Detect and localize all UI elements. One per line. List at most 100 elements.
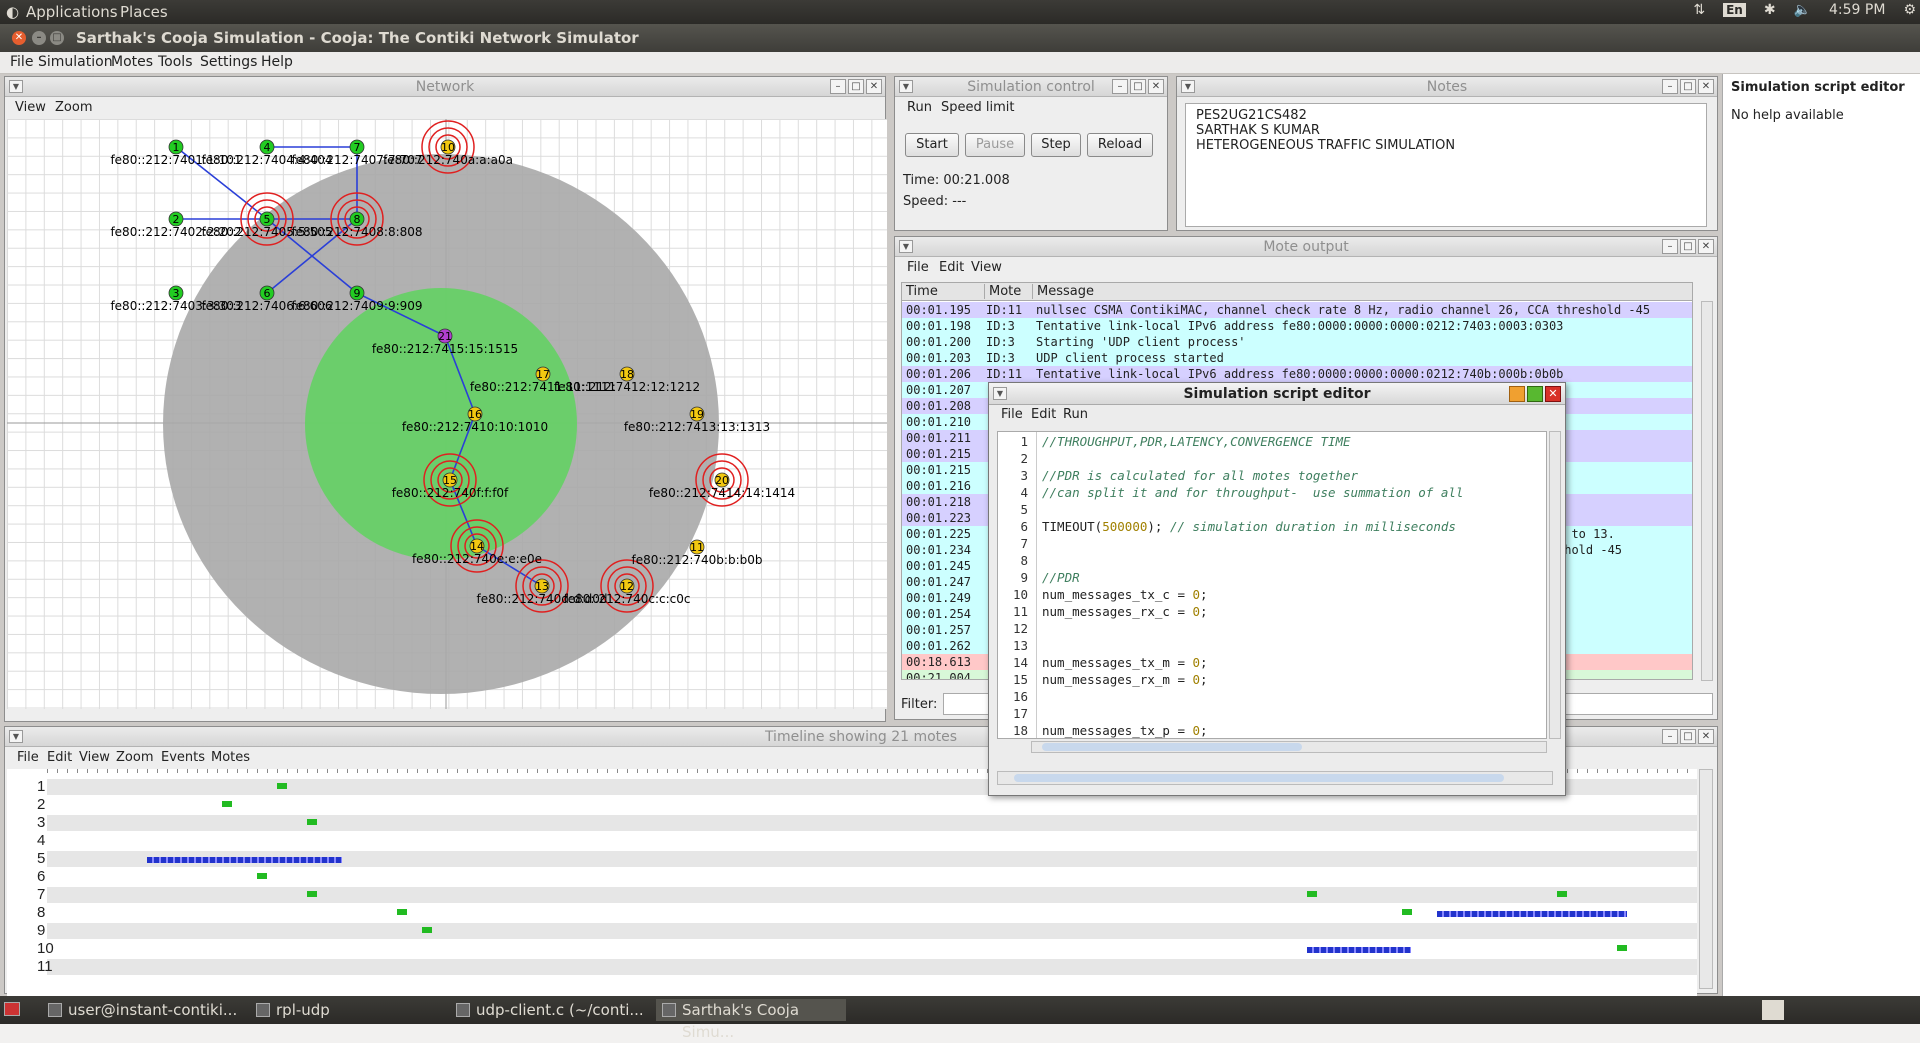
- code-line[interactable]: 1 //THROUGHPUT,PDR,LATENCY,CONVERGENCE TI…: [998, 434, 1546, 451]
- start-button[interactable]: Start: [905, 133, 959, 157]
- timeline-menu-motes[interactable]: Motes: [211, 750, 250, 765]
- close-icon[interactable]: ✕: [1148, 79, 1164, 94]
- minimize-icon[interactable]: –: [1662, 79, 1678, 94]
- close-window-button[interactable]: ✕: [12, 31, 26, 45]
- minimize-icon[interactable]: –: [1112, 79, 1128, 94]
- timeline-menu-zoom[interactable]: Zoom: [116, 750, 153, 765]
- log-row[interactable]: 00:01.206 ID:11 Tentative link-local IPv6 …: [902, 366, 1692, 382]
- mote-output-menu-file[interactable]: File: [907, 260, 929, 275]
- places-menu[interactable]: Places: [120, 3, 168, 21]
- task-rpl-udp[interactable]: rpl-udp: [250, 999, 440, 1021]
- close-icon[interactable]: ✕: [1545, 386, 1561, 402]
- network-arrows-icon[interactable]: ⇅: [1693, 2, 1705, 18]
- maximize-icon[interactable]: □: [1680, 729, 1696, 744]
- code-line[interactable]: 4 //can split it and for throughput- use …: [998, 485, 1546, 502]
- workspace-switcher[interactable]: [1762, 1000, 1784, 1020]
- script-editor-titlebar[interactable]: ▼ Simulation script editor ✕: [989, 383, 1565, 405]
- timeline-row[interactable]: [47, 941, 1697, 957]
- applications-menu[interactable]: Applications: [26, 3, 118, 21]
- timeline-row[interactable]: [47, 815, 1697, 831]
- pause-button[interactable]: Pause: [965, 133, 1025, 157]
- menu-tools[interactable]: Tools: [158, 54, 193, 70]
- maximize-window-button[interactable]: □: [50, 31, 64, 45]
- close-icon[interactable]: ✕: [1698, 729, 1714, 744]
- code-line[interactable]: 16: [998, 689, 1546, 706]
- code-line[interactable]: 17: [998, 706, 1546, 723]
- network-menu-view[interactable]: View: [15, 100, 46, 115]
- maximize-icon[interactable]: □: [848, 79, 864, 94]
- timeline-menu-edit[interactable]: Edit: [47, 750, 72, 765]
- code-line[interactable]: 2: [998, 451, 1546, 468]
- mote-10[interactable]: 10fe80::212:740a:a:a0a: [383, 139, 513, 167]
- script-code-area[interactable]: 1 //THROUGHPUT,PDR,LATENCY,CONVERGENCE TI…: [997, 431, 1547, 739]
- code-line[interactable]: 10 num_messages_tx_c = 0;: [998, 587, 1546, 604]
- close-icon[interactable]: ✕: [866, 79, 882, 94]
- minimize-icon[interactable]: –: [1662, 729, 1678, 744]
- timeline-row[interactable]: [47, 797, 1697, 813]
- ubuntu-logo-icon[interactable]: ◐: [6, 3, 19, 21]
- code-line[interactable]: 8: [998, 553, 1546, 570]
- reload-button[interactable]: Reload: [1087, 133, 1153, 157]
- menu-motes[interactable]: Motes: [111, 54, 153, 70]
- clock[interactable]: 4:59 PM: [1829, 2, 1885, 18]
- minimize-icon[interactable]: –: [1662, 239, 1678, 254]
- power-gear-icon[interactable]: ⚙: [1903, 2, 1916, 18]
- minimize-icon[interactable]: –: [830, 79, 846, 94]
- step-button[interactable]: Step: [1031, 133, 1081, 157]
- script-menu-run[interactable]: Run: [1063, 407, 1088, 422]
- log-hscrollbar[interactable]: [997, 771, 1553, 785]
- script-menu-edit[interactable]: Edit: [1031, 407, 1056, 422]
- frame-menu-icon[interactable]: ▼: [993, 387, 1007, 400]
- volume-icon[interactable]: 🔈: [1794, 2, 1811, 18]
- minimize-icon[interactable]: [1509, 386, 1525, 402]
- network-menu-zoom[interactable]: Zoom: [55, 100, 92, 115]
- code-line[interactable]: 13: [998, 638, 1546, 655]
- network-canvas[interactable]: 1 fe80::212:7401:1:101 2 fe80::212:7402:2:2…: [7, 119, 887, 709]
- code-line[interactable]: 9 //PDR: [998, 570, 1546, 587]
- mote-output-menu-edit[interactable]: Edit: [939, 260, 964, 275]
- bluetooth-icon[interactable]: ✱: [1764, 2, 1776, 18]
- timeline-menu-view[interactable]: View: [79, 750, 110, 765]
- timeline-row[interactable]: [47, 959, 1697, 975]
- timeline-row[interactable]: [47, 833, 1697, 849]
- timeline-menu-file[interactable]: File: [17, 750, 39, 765]
- log-row[interactable]: 00:01.198 ID:3 Tentative link-local IPv6 a…: [902, 318, 1692, 334]
- code-line[interactable]: 5: [998, 502, 1546, 519]
- script-hscrollbar[interactable]: [1031, 741, 1547, 753]
- code-line[interactable]: 11 num_messages_rx_c = 0;: [998, 604, 1546, 621]
- menu-simulation[interactable]: Simulation: [38, 54, 113, 70]
- timeline-menu-events[interactable]: Events: [161, 750, 205, 765]
- maximize-icon[interactable]: □: [1680, 79, 1696, 94]
- close-icon[interactable]: ✕: [1698, 239, 1714, 254]
- close-icon[interactable]: ✕: [1698, 79, 1714, 94]
- code-line[interactable]: 14 num_messages_tx_m = 0;: [998, 655, 1546, 672]
- code-line[interactable]: 18 num_messages_tx_p = 0;: [998, 723, 1546, 738]
- network-panel-header[interactable]: ▼ Network – □ ✕: [5, 77, 885, 97]
- show-desktop-icon[interactable]: [4, 1002, 20, 1016]
- log-row[interactable]: 00:01.203 ID:3 UDP client process started: [902, 350, 1692, 366]
- task-udp-client[interactable]: udp-client.c (~/conti...: [450, 999, 646, 1021]
- keyboard-layout-indicator[interactable]: En: [1723, 3, 1746, 17]
- mote-output-menu-view[interactable]: View: [971, 260, 1002, 275]
- mote-output-scrollbar[interactable]: [1701, 301, 1713, 681]
- code-line[interactable]: 7: [998, 536, 1546, 553]
- minimize-window-button[interactable]: –: [32, 31, 46, 45]
- task-cooja[interactable]: Sarthak's Cooja Simu...: [656, 999, 846, 1041]
- log-row[interactable]: 00:01.195 ID:11 nullsec CSMA ContikiMAC, c…: [902, 302, 1692, 318]
- code-line[interactable]: 3 //PDR is calculated for all motes toget…: [998, 468, 1546, 485]
- menu-help[interactable]: Help: [261, 54, 293, 70]
- col-time[interactable]: Time: [906, 284, 938, 299]
- script-vscrollbar[interactable]: [1549, 431, 1561, 739]
- task-terminal[interactable]: user@instant-contiki...: [42, 999, 238, 1021]
- menu-file[interactable]: File: [10, 54, 33, 70]
- col-message[interactable]: Message: [1032, 284, 1094, 299]
- maximize-icon[interactable]: □: [1680, 239, 1696, 254]
- timeline-row[interactable]: [47, 923, 1697, 939]
- code-line[interactable]: 15 num_messages_rx_m = 0;: [998, 672, 1546, 689]
- menu-settings[interactable]: Settings: [200, 54, 257, 70]
- timeline-vscrollbar[interactable]: [1699, 769, 1713, 989]
- sim-menu-speed-limit[interactable]: Speed limit: [941, 100, 1014, 115]
- code-line[interactable]: 6 TIMEOUT(500000); // simulation duration…: [998, 519, 1546, 536]
- script-menu-file[interactable]: File: [1001, 407, 1023, 422]
- timeline-canvas[interactable]: 1 2 3 4 5 6 7 8 9 10 11: [7, 769, 1697, 1013]
